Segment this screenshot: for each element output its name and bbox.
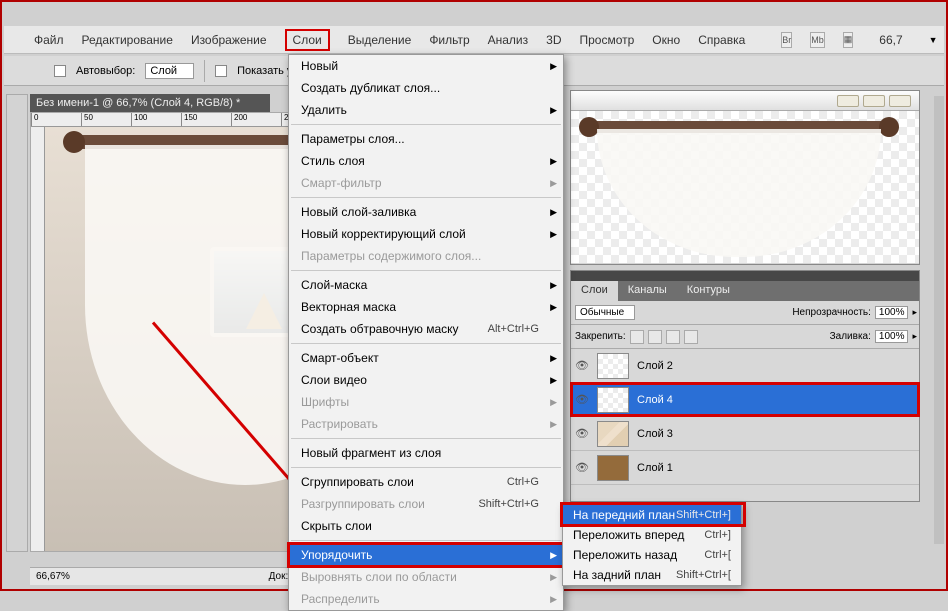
tools-panel[interactable] xyxy=(6,94,28,552)
menu-item[interactable]: Параметры слоя... xyxy=(289,128,563,150)
menu-item[interactable]: Сгруппировать слоиCtrl+G xyxy=(289,471,563,493)
menu-view[interactable]: Просмотр xyxy=(579,33,634,47)
menu-item[interactable]: Скрыть слои xyxy=(289,515,563,537)
menu-item: Параметры содержимого слоя... xyxy=(289,245,563,267)
layers-panel: Слои Каналы Контуры Обычные Непрозрачнос… xyxy=(570,270,920,502)
lock-label: Закрепить: xyxy=(575,331,626,342)
show-controls-checkbox[interactable] xyxy=(215,65,227,77)
menu-item[interactable]: Слои видео▶ xyxy=(289,369,563,391)
preview-titlebar xyxy=(571,91,919,111)
layer-name: Слой 1 xyxy=(637,462,673,474)
menu-item[interactable]: Упорядочить▶ xyxy=(289,544,563,566)
menu-item: Шрифты▶ xyxy=(289,391,563,413)
chevron-right-icon[interactable]: ▸ xyxy=(912,331,917,342)
close-button[interactable] xyxy=(889,95,911,107)
fill-value[interactable]: 100% xyxy=(875,330,909,343)
preview-curtain xyxy=(597,129,881,257)
menu-item[interactable]: Стиль слоя▶ xyxy=(289,150,563,172)
layer-name: Слой 2 xyxy=(637,360,673,372)
tab-channels[interactable]: Каналы xyxy=(618,281,677,301)
auto-select-checkbox[interactable] xyxy=(54,65,66,77)
auto-select-mode-dropdown[interactable]: Слой xyxy=(145,63,194,79)
visibility-eye-icon[interactable]: 👁 xyxy=(571,359,593,372)
auto-select-label: Автовыбор: xyxy=(76,65,135,77)
lock-move-icon[interactable] xyxy=(666,330,680,344)
chevron-down-icon[interactable]: ▼ xyxy=(929,35,938,45)
opacity-label: Непрозрачность: xyxy=(792,307,871,318)
menu-image[interactable]: Изображение xyxy=(191,33,267,47)
menu-help[interactable]: Справка xyxy=(698,33,745,47)
right-panel-dock xyxy=(934,96,944,544)
lock-all-icon[interactable] xyxy=(684,330,698,344)
layers-menu-dropdown: Новый▶Создать дубликат слоя...Удалить▶ Па… xyxy=(288,54,564,611)
menu-item: Выровнять слои по области▶ xyxy=(289,566,563,588)
layer-row[interactable]: 👁 Слой 3 xyxy=(571,417,919,451)
menu-file[interactable]: Файл xyxy=(34,33,64,47)
menu-item: Растрировать▶ xyxy=(289,413,563,435)
lock-brush-icon[interactable] xyxy=(648,330,662,344)
menu-select[interactable]: Выделение xyxy=(348,33,412,47)
menu-item[interactable]: Удалить▶ xyxy=(289,99,563,121)
status-zoom[interactable]: 66,67% xyxy=(30,571,100,582)
fill-label: Заливка: xyxy=(830,331,871,342)
minimize-button[interactable] xyxy=(837,95,859,107)
panel-tabs: Слои Каналы Контуры xyxy=(571,281,919,301)
menu-filter[interactable]: Фильтр xyxy=(429,33,469,47)
layer-row[interactable]: 👁 Слой 2 xyxy=(571,349,919,383)
main-menubar: Файл Редактирование Изображение Слои Выд… xyxy=(4,26,944,54)
tab-paths[interactable]: Контуры xyxy=(677,281,740,301)
maximize-button[interactable] xyxy=(863,95,885,107)
lock-pixels-icon[interactable] xyxy=(630,330,644,344)
menu-item[interactable]: Новый фрагмент из слоя xyxy=(289,442,563,464)
submenu-item[interactable]: Переложить впередCtrl+] xyxy=(563,525,741,545)
menu-item: Распределить▶ xyxy=(289,588,563,610)
menu-item[interactable]: Векторная маска▶ xyxy=(289,296,563,318)
submenu-item[interactable]: Переложить назадCtrl+[ xyxy=(563,545,741,565)
panel-grip[interactable] xyxy=(571,271,919,281)
menu-item: Смарт-фильтр▶ xyxy=(289,172,563,194)
menu-item[interactable]: Слой-маска▶ xyxy=(289,274,563,296)
tab-layers[interactable]: Слои xyxy=(571,281,618,301)
menu-item[interactable]: Новый корректирующий слой▶ xyxy=(289,223,563,245)
layer-row[interactable]: 👁 Слой 1 xyxy=(571,451,919,485)
menu-3d[interactable]: 3D xyxy=(546,33,561,47)
menu-item[interactable]: Создать дубликат слоя... xyxy=(289,77,563,99)
visibility-eye-icon[interactable]: 👁 xyxy=(571,461,593,474)
chevron-right-icon[interactable]: ▸ xyxy=(912,307,917,318)
layer-thumbnail[interactable] xyxy=(597,455,629,481)
opacity-value[interactable]: 100% xyxy=(875,306,909,319)
menu-item[interactable]: Новый слой-заливка▶ xyxy=(289,201,563,223)
visibility-eye-icon[interactable]: 👁 xyxy=(571,427,593,440)
document-tab[interactable]: Без имени-1 @ 66,7% (Слой 4, RGB/8) * xyxy=(30,94,270,112)
zoom-display[interactable]: 66,7 xyxy=(879,33,902,47)
bridge-icon[interactable]: Br xyxy=(781,32,792,48)
blend-mode-dropdown[interactable]: Обычные xyxy=(575,305,635,320)
layer-row[interactable]: 👁Слой 4 xyxy=(571,383,919,417)
mini-bridge-icon[interactable]: Mb xyxy=(810,32,825,48)
menu-item[interactable]: Смарт-объект▶ xyxy=(289,347,563,369)
layer-name: Слой 3 xyxy=(637,428,673,440)
preview-body xyxy=(571,111,919,263)
menu-analysis[interactable]: Анализ xyxy=(488,33,529,47)
menu-window[interactable]: Окно xyxy=(652,33,680,47)
menu-item[interactable]: Создать обтравочную маскуAlt+Ctrl+G xyxy=(289,318,563,340)
arrange-submenu: На передний планShift+Ctrl+]Переложить в… xyxy=(562,504,742,586)
navigator-preview-window xyxy=(570,90,920,265)
menu-item[interactable]: Новый▶ xyxy=(289,55,563,77)
layer-thumbnail[interactable] xyxy=(597,421,629,447)
submenu-item[interactable]: На задний планShift+Ctrl+[ xyxy=(563,565,741,585)
menu-layers[interactable]: Слои xyxy=(285,29,330,51)
submenu-item[interactable]: На передний планShift+Ctrl+] xyxy=(563,505,741,525)
menu-edit[interactable]: Редактирование xyxy=(82,33,173,47)
menu-item: Разгруппировать слоиShift+Ctrl+G xyxy=(289,493,563,515)
layer-thumbnail[interactable] xyxy=(597,353,629,379)
extras-icon[interactable]: ▦ xyxy=(843,32,854,48)
ruler-vertical xyxy=(31,127,45,551)
